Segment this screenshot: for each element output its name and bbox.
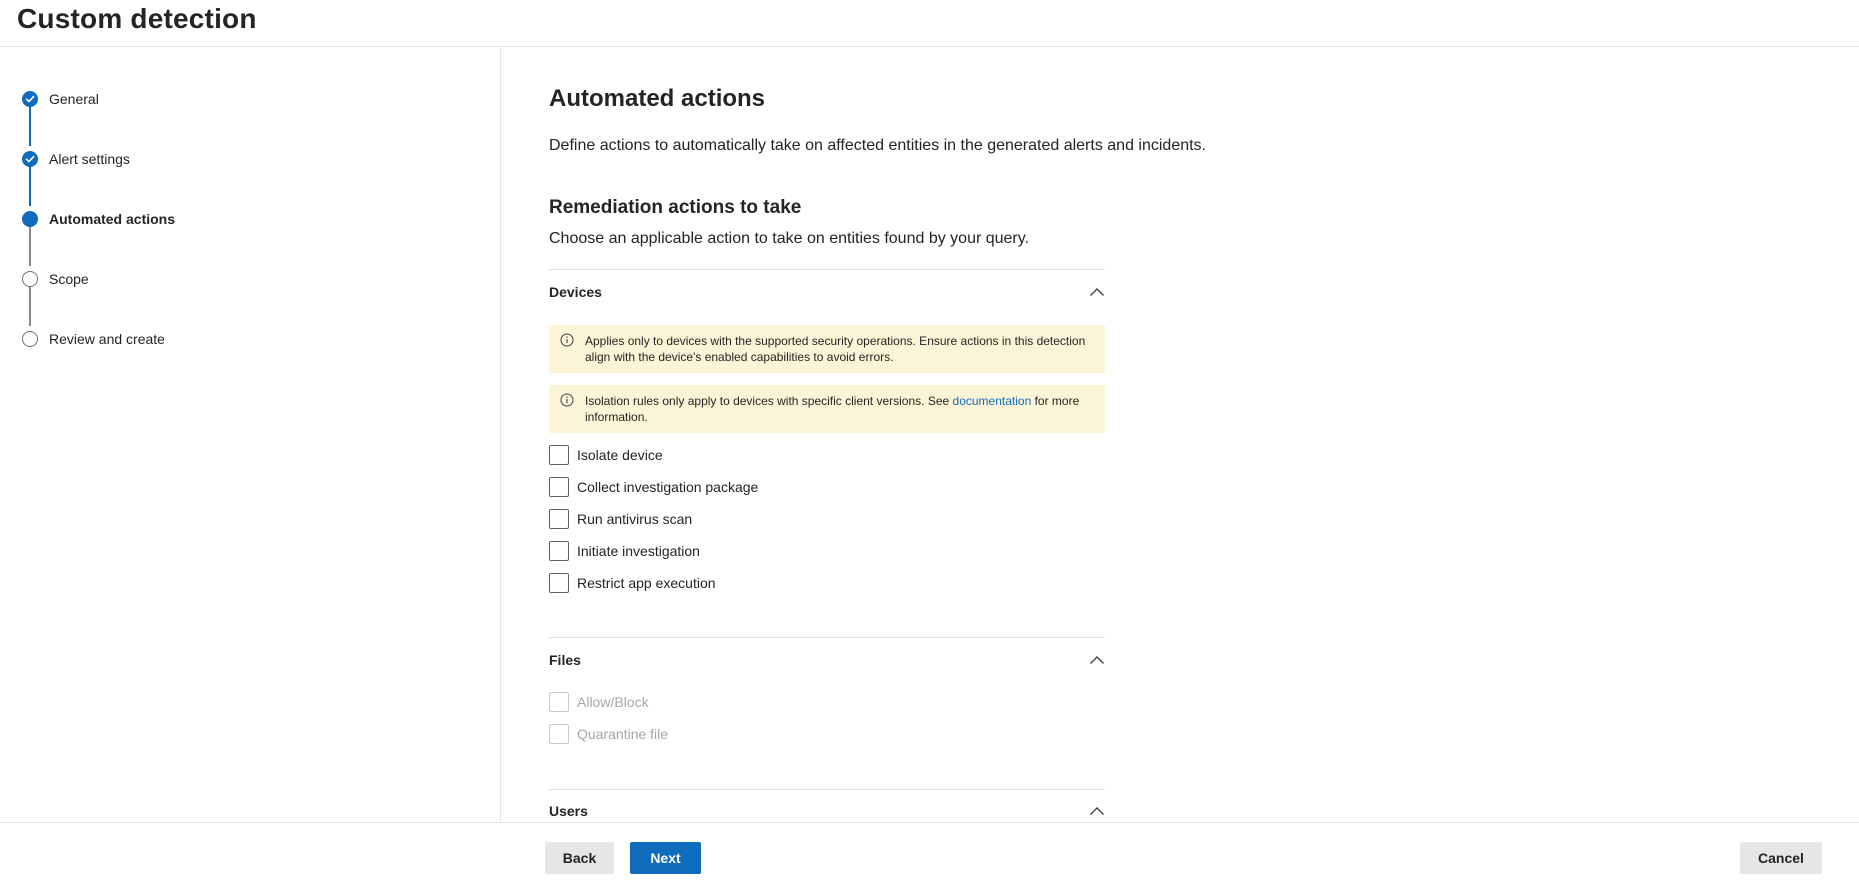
initiate-investigation-checkbox[interactable]: Initiate investigation bbox=[549, 540, 700, 562]
step-label: Scope bbox=[49, 271, 89, 287]
checkmark-icon bbox=[22, 151, 38, 167]
page-title: Custom detection bbox=[17, 3, 257, 34]
banner-text-prefix: Isolation rules only apply to devices wi… bbox=[585, 394, 953, 408]
isolate-device-checkbox[interactable]: Isolate device bbox=[549, 444, 663, 466]
step-review-and-create[interactable]: Review and create bbox=[22, 329, 165, 349]
wizard-footer: Back Next Cancel bbox=[0, 822, 1859, 883]
step-label: Alert settings bbox=[49, 151, 130, 167]
info-icon bbox=[560, 333, 574, 347]
step-connector bbox=[29, 226, 31, 266]
group-divider bbox=[549, 637, 1105, 638]
restrict-app-execution-checkbox[interactable]: Restrict app execution bbox=[549, 572, 716, 594]
banner-text: Applies only to devices with the support… bbox=[585, 334, 1086, 364]
checkbox-label: Collect investigation package bbox=[577, 479, 759, 495]
step-connector bbox=[29, 286, 31, 326]
step-connector bbox=[29, 166, 31, 206]
devices-warning-banner: Applies only to devices with the support… bbox=[549, 325, 1105, 373]
checkbox-box[interactable] bbox=[549, 541, 569, 561]
checkbox-box bbox=[549, 692, 569, 712]
pending-step-circle-icon bbox=[22, 331, 38, 347]
info-icon bbox=[560, 393, 574, 407]
checkbox-label: Isolate device bbox=[577, 447, 663, 463]
quarantine-file-checkbox: Quarantine file bbox=[549, 723, 668, 745]
isolation-info-banner: Isolation rules only apply to devices wi… bbox=[549, 385, 1105, 433]
checkbox-box[interactable] bbox=[549, 477, 569, 497]
remediation-description: Choose an applicable action to take on e… bbox=[549, 230, 1030, 247]
checkbox-label: Allow/Block bbox=[577, 694, 649, 710]
files-group-label: Files bbox=[549, 652, 581, 668]
checkbox-label: Initiate investigation bbox=[577, 543, 700, 559]
devices-group-label: Devices bbox=[549, 284, 602, 300]
checkbox-box[interactable] bbox=[549, 445, 569, 465]
users-group-header[interactable]: Users bbox=[549, 799, 1105, 822]
step-automated-actions[interactable]: Automated actions bbox=[22, 209, 175, 229]
step-label: Automated actions bbox=[49, 211, 176, 227]
step-scope[interactable]: Scope bbox=[22, 269, 89, 289]
users-group-label: Users bbox=[549, 803, 588, 819]
step-general[interactable]: General bbox=[22, 89, 99, 109]
chevron-up-icon[interactable] bbox=[1089, 652, 1105, 668]
remediation-title: Remediation actions to take bbox=[549, 197, 802, 218]
checkbox-label: Run antivirus scan bbox=[577, 511, 693, 527]
chevron-up-icon[interactable] bbox=[1089, 284, 1105, 300]
group-divider bbox=[549, 269, 1105, 270]
allow-block-checkbox: Allow/Block bbox=[549, 691, 649, 713]
back-button[interactable]: Back bbox=[545, 842, 614, 874]
files-group-header[interactable]: Files bbox=[549, 648, 1105, 672]
chevron-up-icon[interactable] bbox=[1089, 803, 1105, 819]
step-label: General bbox=[49, 91, 99, 107]
cancel-button[interactable]: Cancel bbox=[1740, 842, 1822, 874]
section-title: Automated actions bbox=[549, 85, 766, 112]
next-button[interactable]: Next bbox=[630, 842, 701, 874]
pending-step-circle-icon bbox=[22, 271, 38, 287]
current-step-dot-icon bbox=[22, 211, 38, 227]
page-header: Custom detection bbox=[0, 0, 1859, 47]
checkmark-icon bbox=[22, 91, 38, 107]
checkbox-box[interactable] bbox=[549, 573, 569, 593]
step-connector bbox=[29, 106, 31, 146]
run-antivirus-scan-checkbox[interactable]: Run antivirus scan bbox=[549, 508, 692, 530]
collect-investigation-package-checkbox[interactable]: Collect investigation package bbox=[549, 476, 758, 498]
documentation-link[interactable]: documentation bbox=[953, 394, 1032, 408]
checkbox-box[interactable] bbox=[549, 509, 569, 529]
step-label: Review and create bbox=[49, 331, 165, 347]
wizard-step-nav: General Alert settings Automated actions… bbox=[0, 47, 501, 822]
checkbox-label: Quarantine file bbox=[577, 726, 669, 742]
devices-group-header[interactable]: Devices bbox=[549, 280, 1105, 304]
step-alert-settings[interactable]: Alert settings bbox=[22, 149, 130, 169]
main-content: Automated actions Define actions to auto… bbox=[549, 47, 1549, 822]
section-description: Define actions to automatically take on … bbox=[549, 137, 1206, 154]
group-divider bbox=[549, 789, 1105, 790]
checkbox-box bbox=[549, 724, 569, 744]
checkbox-label: Restrict app execution bbox=[577, 575, 716, 591]
